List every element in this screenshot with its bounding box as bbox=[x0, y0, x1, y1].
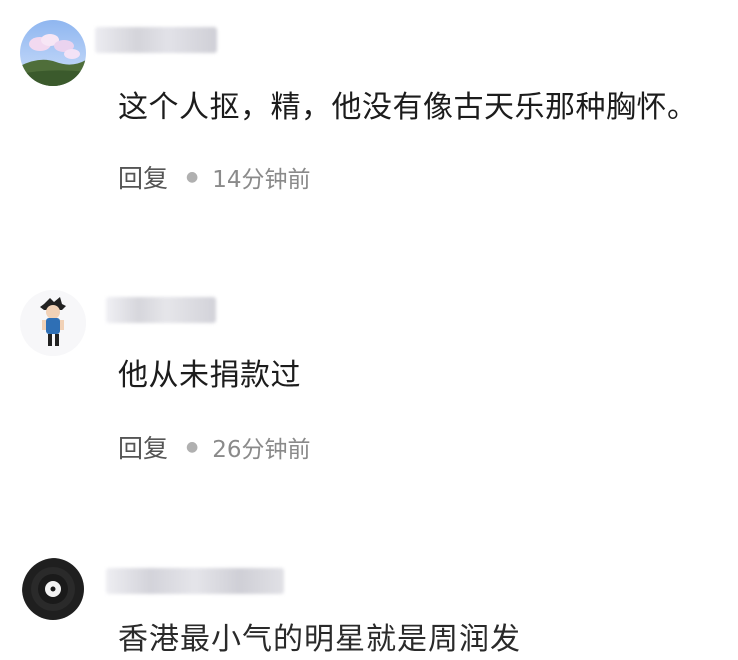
comment-item: 他从未捐款过 回复 ● 26分钟前 bbox=[0, 270, 738, 500]
comment-item: 这个人抠，精，他没有像古天乐那种胸怀。 回复 ● 14分钟前 bbox=[0, 0, 738, 230]
comment-meta: 回复 ● 14分钟前 bbox=[118, 160, 311, 194]
comment-meta: 回复 ● 26分钟前 bbox=[118, 430, 311, 464]
cartoon-character-avatar-icon[interactable] bbox=[20, 290, 86, 356]
username-blurred[interactable] bbox=[95, 27, 217, 53]
timestamp: 14分钟前 bbox=[212, 167, 311, 193]
username-blurred[interactable] bbox=[106, 297, 216, 323]
landscape-avatar-icon[interactable] bbox=[20, 20, 86, 86]
username-blurred[interactable] bbox=[106, 568, 284, 594]
comment-text: 他从未捐款过 bbox=[118, 358, 301, 393]
reply-button[interactable]: 回复 bbox=[118, 429, 168, 465]
comment-text: 这个人抠，精，他没有像古天乐那种胸怀。 bbox=[118, 90, 698, 125]
separator-dot: ● bbox=[186, 169, 199, 185]
timestamp: 26分钟前 bbox=[212, 437, 311, 463]
vinyl-record-avatar-icon[interactable] bbox=[22, 558, 88, 624]
separator-dot: ● bbox=[186, 439, 199, 455]
comment-text: 香港最小气的明星就是周润发 bbox=[118, 622, 521, 657]
reply-button[interactable]: 回复 bbox=[118, 159, 168, 195]
